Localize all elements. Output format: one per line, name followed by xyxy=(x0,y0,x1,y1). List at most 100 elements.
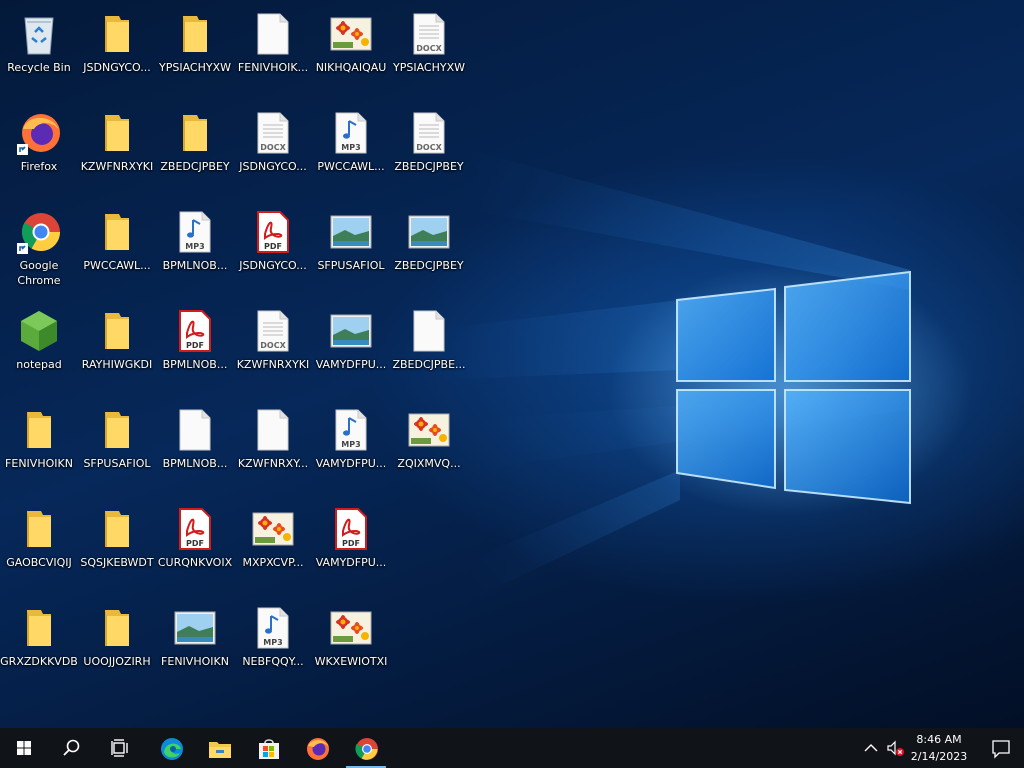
docx-file-icon: DOCX xyxy=(407,111,451,155)
desktop-icon[interactable]: SQSJKEBWDT xyxy=(78,499,156,591)
desktop-icon[interactable]: MP3 VAMYDFPU... xyxy=(312,400,390,492)
folder-icon xyxy=(173,12,217,56)
desktop-icon-label: FENIVHOIKN xyxy=(5,457,73,470)
desktop-icon-label: ZBEDCJPBEY xyxy=(394,160,464,173)
taskbar-store[interactable] xyxy=(244,728,292,768)
desktop-icon-label: ZBEDCJPBEY xyxy=(394,259,464,272)
desktop-icon[interactable]: SFPUSAFIOL xyxy=(312,202,390,294)
action-center-button[interactable] xyxy=(978,728,1024,768)
folder-icon xyxy=(95,309,139,353)
task-view-button[interactable] xyxy=(96,728,144,768)
desktop-icon-label: NEBFQQY... xyxy=(242,655,304,668)
desktop-icon-label: Google Chrome xyxy=(17,259,61,287)
desktop[interactable]: Recycle Bin JSDNGYCO... YPSIACHYXW FENIVHOI… xyxy=(0,0,1024,728)
desktop-icon[interactable]: MP3 NEBFQQY... xyxy=(234,598,312,690)
mp3-file-icon: MP3 xyxy=(173,210,217,254)
desktop-icon[interactable]: NIKHQAIQAU xyxy=(312,4,390,96)
file-icon xyxy=(251,12,295,56)
desktop-icon-label: VAMYDFPU... xyxy=(315,358,387,371)
desktop-icon-label: GRXZDKKVDB xyxy=(0,655,78,668)
desktop-icon-label: SFPUSAFIOL xyxy=(83,457,151,470)
desktop-icon[interactable]: BPMLNOB... xyxy=(156,400,234,492)
desktop-icon[interactable]: VAMYDFPU... xyxy=(312,301,390,393)
search-button[interactable] xyxy=(48,728,96,768)
desktop-icon[interactable]: PDF BPMLNOB... xyxy=(156,301,234,393)
desktop-icon[interactable]: ZBEDCJPBEY xyxy=(156,103,234,195)
desktop-icon-label: Recycle Bin xyxy=(7,61,71,74)
mp3-file-icon: MP3 xyxy=(251,606,295,650)
image-file-icon xyxy=(173,606,217,650)
desktop-icon-label: JSDNGYCO... xyxy=(239,259,307,272)
desktop-icon[interactable]: UOOJJOZIRH xyxy=(78,598,156,690)
desktop-icon[interactable]: DOCX ZBEDCJPBEY xyxy=(390,103,468,195)
desktop-icon[interactable]: ZQIXMVQ... xyxy=(390,400,468,492)
folder-icon xyxy=(95,606,139,650)
folder-icon xyxy=(95,12,139,56)
desktop-icon[interactable]: FENIVHOIKN xyxy=(156,598,234,690)
desktop-icon-label: VAMYDFPU... xyxy=(315,457,387,470)
desktop-icon[interactable]: MXPXCVP... xyxy=(234,499,312,591)
desktop-icon[interactable]: WKXEWIOTXI xyxy=(312,598,390,690)
desktop-icon[interactable]: DOCX YPSIACHYXW xyxy=(390,4,468,96)
taskbar-file-explorer[interactable] xyxy=(195,728,243,768)
taskbar-chrome[interactable] xyxy=(342,728,390,768)
desktop-icon[interactable]: RAYHIWGKDI xyxy=(78,301,156,393)
svg-text:PDF: PDF xyxy=(342,539,360,548)
file-icon xyxy=(407,309,451,353)
docx-file-icon: DOCX xyxy=(251,111,295,155)
desktop-icon-label: WKXEWIOTXI xyxy=(314,655,388,668)
image-file-icon xyxy=(329,210,373,254)
clock-date: 2/14/2023 xyxy=(910,750,968,763)
desktop-icon[interactable]: KZWFNRXY... xyxy=(234,400,312,492)
taskbar-firefox[interactable] xyxy=(293,728,341,768)
task-view-icon xyxy=(111,739,128,757)
desktop-icon[interactable]: YPSIACHYXW xyxy=(156,4,234,96)
desktop-icon[interactable]: MP3 PWCCAWL... xyxy=(312,103,390,195)
desktop-icon[interactable]: GRXZDKKVDB xyxy=(0,598,78,690)
volume-button[interactable] xyxy=(884,728,908,768)
file-icon xyxy=(173,408,217,452)
desktop-icon[interactable]: SFPUSAFIOL xyxy=(78,400,156,492)
desktop-icon[interactable]: DOCX KZWFNRXYKI xyxy=(234,301,312,393)
desktop-icon-label: BPMLNOB... xyxy=(162,259,228,272)
desktop-icon[interactable]: ZBEDCJPBEY xyxy=(390,202,468,294)
show-hidden-icons-button[interactable] xyxy=(858,728,884,768)
desktop-icon[interactable]: DOCX JSDNGYCO... xyxy=(234,103,312,195)
clock-text: 8:46 AM 2/14/2023 xyxy=(906,731,972,765)
desktop-icon[interactable]: PDF JSDNGYCO... xyxy=(234,202,312,294)
desktop-icon[interactable]: Firefox xyxy=(0,103,78,195)
desktop-icon-label: ZBEDCJPBE... xyxy=(392,358,466,371)
desktop-icon-label: SQSJKEBWDT xyxy=(80,556,154,569)
desktop-icon[interactable]: Recycle Bin xyxy=(0,4,78,96)
desktop-icon[interactable]: JSDNGYCO... xyxy=(78,4,156,96)
desktop-icon-label: YPSIACHYXW xyxy=(393,61,465,74)
desktop-icon-label: notepad xyxy=(16,358,62,371)
desktop-icon[interactable]: ZBEDCJPBE... xyxy=(390,301,468,393)
chrome-icon xyxy=(17,210,61,254)
desktop-icon[interactable]: KZWFNRXYKI xyxy=(78,103,156,195)
start-button[interactable] xyxy=(0,728,48,768)
taskbar-edge[interactable] xyxy=(147,728,195,768)
desktop-icon[interactable]: FENIVHOIKN xyxy=(0,400,78,492)
svg-text:MP3: MP3 xyxy=(185,242,204,251)
desktop-icon[interactable]: MP3 BPMLNOB... xyxy=(156,202,234,294)
desktop-icon-label: MXPXCVP... xyxy=(242,556,304,569)
svg-text:MP3: MP3 xyxy=(263,638,282,647)
desktop-icon[interactable]: PDF VAMYDFPU... xyxy=(312,499,390,591)
action-center-icon xyxy=(992,740,1010,759)
docx-file-icon: DOCX xyxy=(251,309,295,353)
image-file-icon xyxy=(407,408,451,452)
desktop-icon[interactable]: FENIVHOIK... xyxy=(234,4,312,96)
desktop-icon-label: BPMLNOB... xyxy=(162,358,228,371)
svg-text:MP3: MP3 xyxy=(341,440,360,449)
desktop-icon[interactable]: GAOBCVIQIJ xyxy=(0,499,78,591)
clock-time: 8:46 AM xyxy=(916,733,962,746)
desktop-icon[interactable]: Google Chrome xyxy=(0,202,78,294)
desktop-icon-label: ZQIXMVQ... xyxy=(397,457,461,470)
firefox-icon xyxy=(307,738,329,760)
desktop-icon[interactable]: PDF CURQNKVOIX xyxy=(156,499,234,591)
desktop-icon[interactable]: PWCCAWL... xyxy=(78,202,156,294)
desktop-icon[interactable]: notepad xyxy=(0,301,78,393)
svg-text:MP3: MP3 xyxy=(341,143,360,152)
desktop-icon-label: JSDNGYCO... xyxy=(83,61,151,74)
